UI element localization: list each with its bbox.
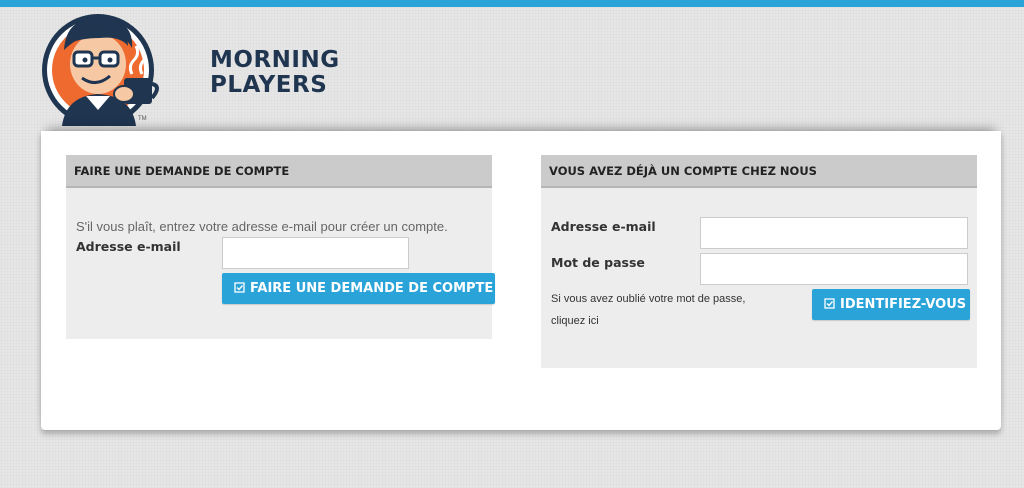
login-button-label: IDENTIFIEZ-VOUS [840,297,967,312]
login-panel: VOUS AVEZ DÉJÀ UN COMPTE CHEZ NOUS Adres… [541,155,977,368]
brand-name: MORNING PLAYERS [210,48,340,98]
request-account-button[interactable]: FAIRE UNE DEMANDE DE COMPTE [222,273,495,304]
login-email-input[interactable] [700,217,968,249]
request-account-panel: FAIRE UNE DEMANDE DE COMPTE S'il vous pl… [66,155,495,339]
request-account-title: FAIRE UNE DEMANDE DE COMPTE [66,155,492,188]
login-password-input[interactable] [700,253,968,285]
brand-line-2: PLAYERS [210,72,328,98]
request-email-input[interactable] [222,237,409,269]
account-card: FAIRE UNE DEMANDE DE COMPTE S'il vous pl… [41,131,1001,430]
login-email-label: Adresse e-mail [551,219,656,234]
request-email-label: Adresse e-mail [76,239,181,254]
brand-line-1: MORNING [210,47,340,73]
forgot-password-text: Si vous avez oublié votre mot de passe, [551,293,746,305]
mascot-logo-icon [42,14,159,126]
top-accent-bar [0,0,1024,7]
login-password-label: Mot de passe [551,255,645,270]
check-icon [234,281,245,296]
request-account-instructions: S'il vous plaît, entrez votre adresse e-… [76,219,448,234]
request-account-button-label: FAIRE UNE DEMANDE DE COMPTE [250,281,494,296]
trademark-mark: TM [138,116,147,122]
site-logo[interactable]: MORNING PLAYERS TM [40,8,339,130]
check-icon [824,297,835,312]
login-button[interactable]: IDENTIFIEZ-VOUS [812,289,970,320]
forgot-password-link[interactable]: cliquez ici [551,315,599,327]
login-panel-title: VOUS AVEZ DÉJÀ UN COMPTE CHEZ NOUS [541,155,977,188]
